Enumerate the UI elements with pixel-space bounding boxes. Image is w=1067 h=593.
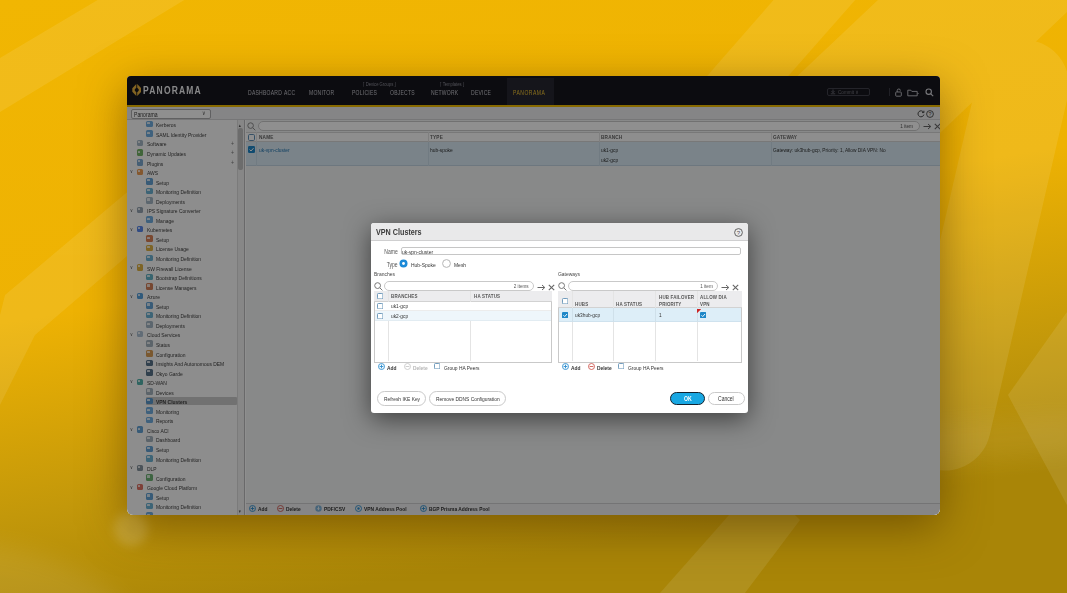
svg-text:?: ? bbox=[736, 230, 740, 236]
